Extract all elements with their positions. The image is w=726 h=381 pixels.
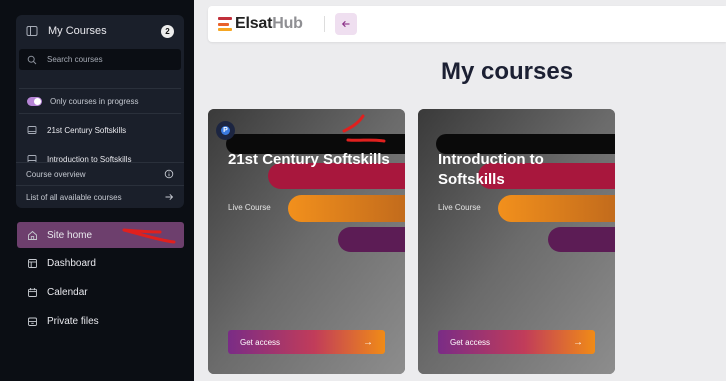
course-overview-label: Course overview <box>26 169 86 179</box>
arrow-right-icon: → <box>573 336 583 348</box>
course-count-badge: 2 <box>161 24 174 38</box>
only-in-progress-row[interactable]: Only courses in progress <box>19 88 181 114</box>
search-courses-input[interactable] <box>47 55 167 64</box>
nav-dashboard[interactable]: Dashboard <box>17 250 184 276</box>
nav-private-files[interactable]: Private files <box>17 308 184 334</box>
elsathub-logo[interactable]: ElsatHub <box>218 15 303 33</box>
top-navbar: ElsatHub <box>208 6 726 42</box>
folder-icon <box>27 316 38 327</box>
course-card-subtitle: Live Course <box>438 203 481 212</box>
arrow-left-icon <box>341 19 351 29</box>
arrow-right-icon: → <box>363 336 373 348</box>
course-card-title: Introduction to Softskills <box>438 151 544 188</box>
my-courses-header[interactable]: My Courses 2 <box>16 15 184 47</box>
logo-text-elsat: Elsat <box>235 15 273 32</box>
nav-label: Private files <box>47 315 99 327</box>
get-access-button[interactable]: Get access → <box>228 330 385 354</box>
elsathub-logo-mark <box>218 17 232 31</box>
home-icon <box>27 230 38 241</box>
collapse-sidebar-button[interactable] <box>335 13 357 35</box>
nav-calendar[interactable]: Calendar <box>17 279 184 305</box>
sidebar-course-label: 21st Century Softskills <box>47 125 127 135</box>
sidebar: My Courses 2 Only courses in progress 21… <box>0 0 194 381</box>
header-divider <box>324 16 325 32</box>
course-card[interactable]: P 21st Century Softskills Live Course Ge… <box>208 109 405 374</box>
page-title: My courses <box>441 58 574 85</box>
search-courses-box[interactable] <box>19 49 181 70</box>
nav-label: Site home <box>47 229 93 241</box>
nav-label: Calendar <box>47 286 88 298</box>
logo-text-hub: Hub <box>272 15 303 32</box>
get-access-button[interactable]: Get access → <box>438 330 595 354</box>
arrow-right-icon <box>164 192 174 202</box>
only-in-progress-toggle[interactable] <box>27 96 42 106</box>
course-icon <box>27 125 37 135</box>
course-card-subtitle: Live Course <box>228 203 271 212</box>
get-access-label: Get access <box>450 337 491 347</box>
course-card[interactable]: Introduction to Softskills Live Course G… <box>418 109 615 374</box>
dashboard-icon <box>27 258 38 269</box>
my-courses-title: My Courses <box>48 25 107 37</box>
all-courses-link[interactable]: List of all available courses <box>16 185 184 208</box>
course-overview-link[interactable]: Course overview <box>16 162 184 185</box>
only-in-progress-label: Only courses in progress <box>50 96 139 106</box>
calendar-icon <box>27 287 38 298</box>
get-access-label: Get access <box>240 337 281 347</box>
info-icon <box>164 169 174 179</box>
sidebar-toggle-icon <box>26 25 38 37</box>
provider-logo: P <box>216 121 235 140</box>
nav-label: Dashboard <box>47 257 96 269</box>
search-icon <box>27 55 37 65</box>
my-courses-panel: My Courses 2 Only courses in progress 21… <box>16 15 184 208</box>
nav-site-home[interactable]: Site home <box>17 222 184 248</box>
course-card-title: 21st Century Softskills <box>228 151 390 168</box>
sidebar-course-item[interactable]: 21st Century Softskills <box>19 116 181 144</box>
logo-text: ElsatHub <box>235 15 303 33</box>
all-courses-label: List of all available courses <box>26 192 122 202</box>
